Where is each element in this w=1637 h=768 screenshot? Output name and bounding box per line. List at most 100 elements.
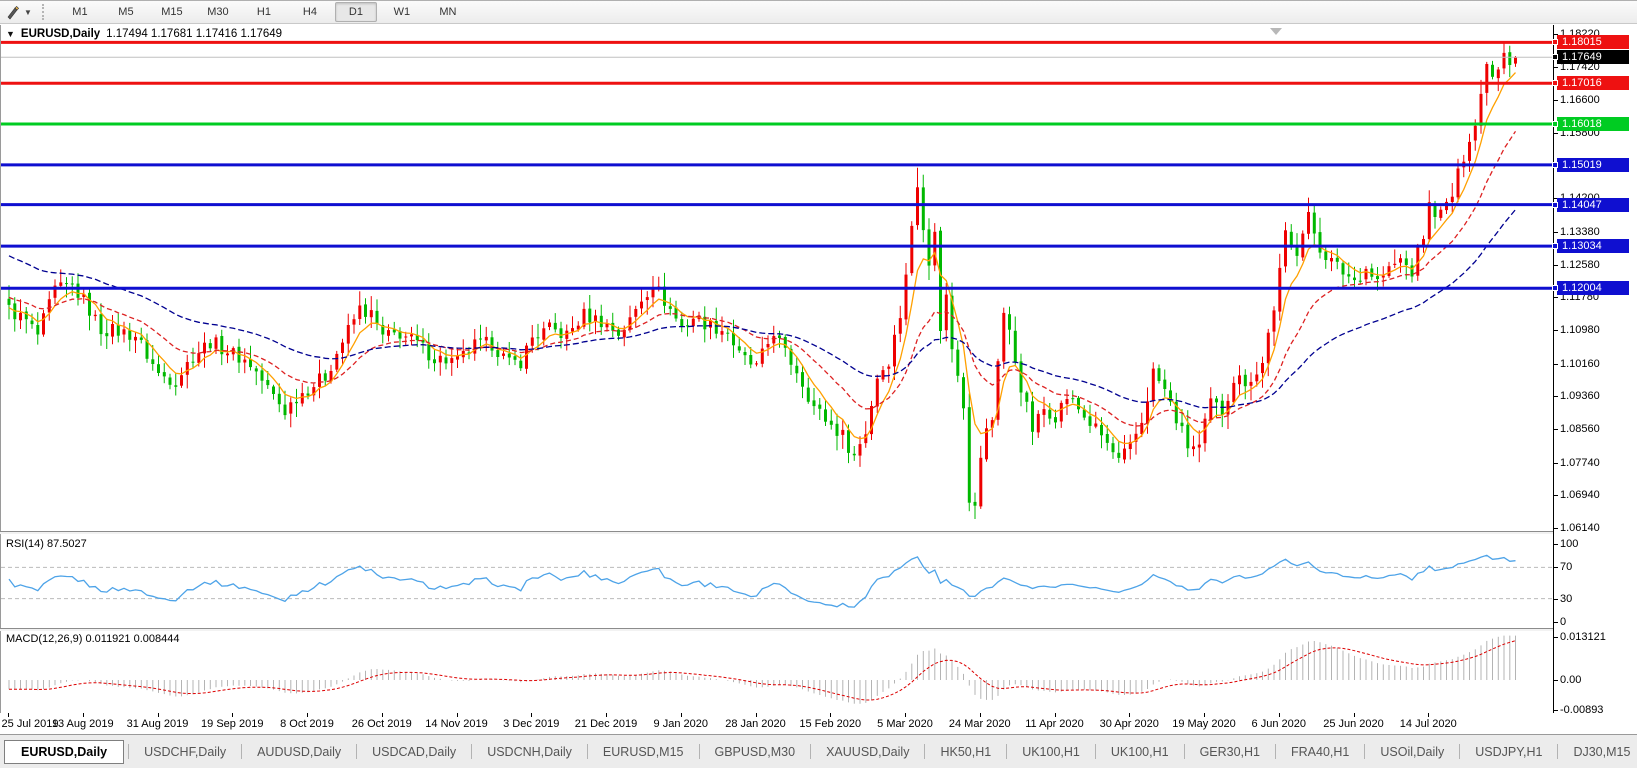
tab-usoil-daily[interactable]: USOil,Daily	[1367, 741, 1457, 763]
price-axis-tick: 1.06940	[1553, 489, 1600, 502]
date-axis-label: 5 Mar 2020	[877, 718, 933, 730]
fast-ma-line	[8, 72, 1516, 445]
date-axis-tick	[531, 713, 533, 717]
price-line-label-1.18015: 1.18015	[1552, 35, 1629, 50]
chart-tab-bar: EURUSD,Daily USDCHF,Daily AUDUSD,Daily USDC…	[0, 734, 1637, 768]
tab-divider	[356, 744, 358, 759]
date-axis-tick	[381, 713, 383, 717]
macd-chart-canvas[interactable]	[1, 630, 1553, 713]
tab-uk100-h1[interactable]: UK100,H1	[1098, 741, 1182, 763]
rsi-chart-canvas[interactable]	[1, 534, 1553, 628]
date-axis-tick	[1353, 713, 1355, 717]
tab-divider	[924, 744, 926, 759]
tab-usdchf-daily[interactable]: USDCHF,Daily	[131, 741, 239, 763]
timeframe-button-h4[interactable]: H4	[289, 2, 331, 22]
date-axis-tick	[1204, 713, 1205, 717]
tab-divider	[1006, 744, 1008, 759]
date-axis-label: 19 May 2020	[1172, 718, 1236, 730]
chart-title: ▼ EURUSD,Daily 1.17494 1.17681 1.17416 1…	[6, 28, 282, 40]
price-line-label-1.13034: 1.13034	[1552, 239, 1629, 254]
rsi-indicator-label: RSI(14) 87.5027	[6, 538, 87, 550]
draw-tool-caret-icon[interactable]: ▼	[24, 8, 32, 17]
tab-uk100-h1[interactable]: UK100,H1	[1009, 741, 1093, 763]
date-axis-tick	[1278, 713, 1280, 717]
tab-ger30-h1[interactable]: GER30,H1	[1187, 741, 1273, 763]
date-axis-tick	[830, 713, 832, 717]
date-axis-tick	[1129, 713, 1131, 717]
draw-tool-icon[interactable]	[4, 4, 22, 20]
tab-divider	[471, 744, 473, 759]
tab-divider	[698, 744, 700, 759]
tab-divider	[1094, 744, 1096, 759]
timeframe-toolbar: ▼ M1 M5 M15 M30 H1 H4 D1 W1 MN	[0, 1, 1637, 24]
date-axis-tick	[8, 713, 9, 717]
date-axis-label: 13 Aug 2019	[51, 718, 114, 730]
price-axis-tick: 1.16600	[1553, 94, 1600, 107]
date-axis-tick	[905, 713, 906, 717]
tab-eurusd-m15[interactable]: EURUSD,M15	[590, 741, 697, 763]
timeframe-button-h1[interactable]: H1	[243, 2, 285, 22]
chart-tabs: EURUSD,Daily USDCHF,Daily AUDUSD,Daily USDC…	[4, 739, 1637, 764]
date-axis-tick	[157, 713, 159, 717]
timeframe-button-m5[interactable]: M5	[105, 2, 147, 22]
date-axis-tick	[755, 713, 757, 717]
tab-gbpusd-m30[interactable]: GBPUSD,M30	[702, 741, 809, 763]
tab-audusd-daily[interactable]: AUDUSD,Daily	[244, 741, 354, 763]
tab-eurusd-daily[interactable]: EURUSD,Daily	[4, 739, 125, 764]
price-axis-tick: 1.07740	[1553, 456, 1600, 469]
price-axis-tick: 1.09360	[1553, 390, 1600, 403]
timeframe-button-m1[interactable]: M1	[59, 2, 101, 22]
tab-divider	[128, 744, 130, 759]
rsi-axis-tick: 30	[1552, 592, 1573, 605]
tab-divider	[1459, 744, 1461, 759]
date-axis-label: 19 Sep 2019	[201, 718, 264, 730]
date-axis-label: 30 Apr 2020	[1099, 718, 1159, 730]
price-axis-tick: 1.08560	[1553, 422, 1600, 435]
price-axis-tick: 1.12580	[1553, 258, 1600, 271]
timeframe-button-mn[interactable]: MN	[427, 2, 469, 22]
price-axis[interactable]: 1.182201.174201.166001.158001.150001.142…	[1552, 25, 1637, 733]
date-axis-tick	[1054, 713, 1056, 717]
timeframe-buttons: M1 M5 M15 M30 H1 H4 D1 W1 MN	[57, 2, 471, 22]
date-axis-tick	[82, 713, 84, 717]
price-axis-tick: 1.13380	[1553, 225, 1600, 238]
price-chart-canvas[interactable]	[1, 25, 1553, 532]
chart-menu-arrow-icon[interactable]: ▼	[6, 29, 15, 39]
tab-xauusd-daily[interactable]: XAUUSD,Daily	[813, 741, 922, 763]
tab-divider	[1183, 744, 1185, 759]
date-axis-tick	[1428, 713, 1430, 717]
timeframe-button-d1[interactable]: D1	[334, 2, 377, 22]
tab-divider	[810, 744, 812, 759]
price-line-label-1.15019: 1.15019	[1552, 157, 1629, 172]
tab-usdjpy-h1[interactable]: USDJPY,H1	[1462, 741, 1555, 763]
date-axis-label: 24 Mar 2020	[948, 718, 1011, 730]
date-axis-label: 8 Oct 2019	[280, 718, 334, 730]
tab-divider	[1364, 744, 1366, 759]
tab-fra40-h1[interactable]: FRA40,H1	[1278, 741, 1362, 763]
date-axis-label: 25 Jun 2020	[1323, 718, 1384, 730]
toolbar-grip-handle[interactable]	[41, 4, 47, 20]
date-axis-label: 14 Jul 2020	[1399, 718, 1457, 730]
price-axis-tick: 1.10160	[1553, 357, 1600, 370]
date-axis-label: 26 Oct 2019	[351, 718, 412, 730]
slow-ma-line	[8, 209, 1517, 409]
tab-hk50-h1[interactable]: HK50,H1	[927, 741, 1004, 763]
rsi-axis-tick: 70	[1552, 561, 1573, 574]
timeframe-button-m15[interactable]: M15	[151, 2, 193, 22]
chart-symbol-label: EURUSD,Daily	[20, 28, 101, 40]
macd-indicator-label: MACD(12,26,9) 0.011921 0.008444	[6, 633, 180, 645]
tab-usdcnh-daily[interactable]: USDCNH,Daily	[474, 741, 585, 763]
price-line-label-1.17016: 1.17016	[1552, 76, 1629, 91]
date-axis[interactable]: 25 Jul 2019 13 Aug 2019 31 Aug 2019 19 Sep …	[0, 713, 1637, 734]
date-axis-label: 25 Jul 2019	[1, 718, 59, 730]
timeframe-button-m30[interactable]: M30	[197, 2, 239, 22]
tab-usdcad-daily[interactable]: USDCAD,Daily	[359, 741, 469, 763]
tab-divider	[586, 744, 588, 759]
price-line-label-1.14047: 1.14047	[1552, 197, 1629, 212]
macd-signal-line	[8, 640, 1516, 701]
timeframe-button-w1[interactable]: W1	[381, 2, 423, 22]
tab-dj30-m15[interactable]: DJ30,M15	[1560, 741, 1637, 763]
date-axis-tick	[456, 713, 458, 717]
price-line-label-1.12004: 1.12004	[1552, 281, 1629, 296]
date-axis-label: 11 Apr 2020	[1025, 718, 1084, 730]
